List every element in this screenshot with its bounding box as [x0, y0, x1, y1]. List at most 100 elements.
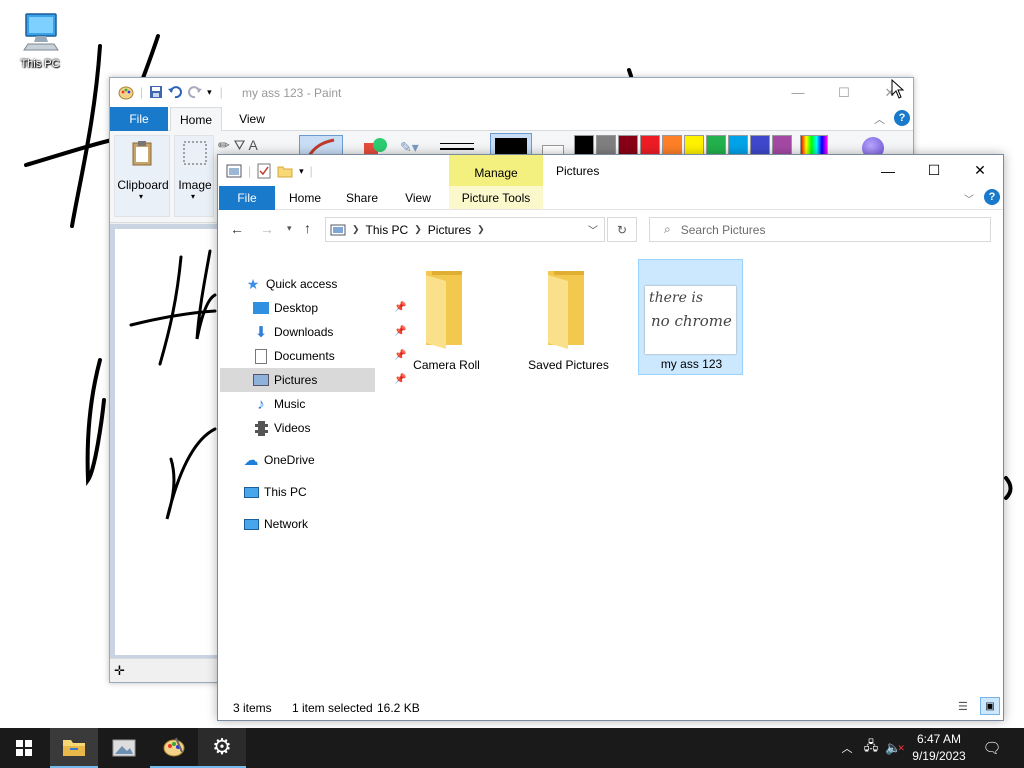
explorer-window[interactable]: | ▾ | Manage Pictures — ☐ ✕ File Home Sh…	[217, 154, 1004, 721]
pictures-icon	[252, 372, 270, 388]
nav-pictures[interactable]: Pictures 📌	[252, 368, 406, 392]
paint-collapse-ribbon-icon[interactable]: ︿	[874, 111, 885, 127]
search-box[interactable]: ⌕ Search Pictures	[649, 217, 991, 242]
nav-documents[interactable]: Documents 📌	[252, 344, 406, 368]
breadcrumb-separator-icon: ❯	[352, 224, 360, 234]
customize-qat-icon[interactable]: ▾	[207, 87, 212, 98]
mouse-cursor	[891, 79, 905, 99]
save-icon[interactable]	[149, 85, 163, 99]
explorer-app-icon	[226, 164, 242, 178]
clipboard-label: Clipboard	[117, 178, 169, 192]
explorer-tab-file[interactable]: File	[219, 186, 275, 210]
expand-ribbon-icon[interactable]: ﹀	[964, 191, 974, 206]
pictures-location-icon	[330, 224, 346, 235]
explorer-titlebar[interactable]: | ▾ | Manage Pictures — ☐ ✕	[218, 155, 1003, 186]
computer-icon	[23, 13, 59, 51]
recent-locations-button[interactable]: ▾	[287, 223, 292, 234]
taskbar-clock[interactable]: 6:47 AM 9/19/2023	[905, 731, 973, 765]
taskbar-file-explorer[interactable]	[50, 728, 98, 768]
paint-tab-view[interactable]: View	[228, 107, 276, 131]
palette-swatch-9[interactable]	[772, 135, 792, 155]
explorer-title: Pictures	[556, 164, 600, 178]
nav-downloads[interactable]: ⬇ Downloads 📌	[252, 320, 407, 344]
address-dropdown-icon[interactable]: ﹀	[588, 222, 598, 237]
taskbar-settings[interactable]: ⚙	[198, 728, 246, 768]
refresh-button[interactable]: ↻	[607, 217, 637, 242]
explorer-statusbar: 3 items 1 item selected 16.2 KB ☰ ▣	[218, 694, 1003, 720]
new-folder-icon[interactable]	[277, 164, 293, 178]
taskbar-paint[interactable]	[150, 728, 198, 768]
properties-icon[interactable]	[257, 163, 271, 179]
back-button[interactable]: ←	[230, 221, 244, 237]
palette-swatch-4[interactable]	[662, 135, 682, 155]
palette-swatch-6[interactable]	[706, 135, 726, 155]
explorer-tab-view[interactable]: View	[394, 186, 442, 210]
folder-tile-saved-pictures[interactable]: Saved Pictures	[516, 261, 621, 377]
large-icons-view-icon[interactable]: ▣	[980, 697, 1000, 715]
paint-help-icon[interactable]: ?	[894, 110, 910, 126]
nav-this-pc[interactable]: This PC	[242, 480, 307, 504]
palette-swatch-0[interactable]	[574, 135, 594, 155]
image-group[interactable]: Image ▾	[174, 135, 214, 217]
nav-music[interactable]: ♪ Music	[252, 392, 305, 416]
volume-muted-icon[interactable]: 🔈 ✕	[884, 728, 906, 768]
paint-titlebar[interactable]: | ▾ | my ass 123 - Paint — ☐ ✕	[110, 78, 913, 107]
up-button[interactable]: ↑	[304, 220, 311, 236]
nav-label: Pictures	[274, 373, 318, 387]
network-tray-icon[interactable]: 🖧	[860, 728, 882, 768]
explorer-tab-home[interactable]: Home	[280, 186, 330, 210]
undo-icon[interactable]	[167, 85, 183, 99]
palette-swatch-2[interactable]	[618, 135, 638, 155]
paint-tab-home[interactable]: Home	[170, 107, 222, 131]
minimize-icon[interactable]: —	[775, 78, 821, 107]
breadcrumb-pictures[interactable]: Pictures	[428, 223, 471, 237]
clipboard-group[interactable]: Clipboard ▾	[114, 135, 170, 217]
windows-logo-icon	[16, 740, 32, 756]
breadcrumb-this-pc[interactable]: This PC	[366, 223, 409, 237]
customize-qat-icon[interactable]: ▾	[299, 166, 304, 177]
file-tile-my-ass-123[interactable]: there is no chrome my ass 123	[638, 259, 743, 375]
explorer-ribbon-tabs: File Home Share View Picture Tools ﹀ ?	[218, 186, 1003, 210]
folder-icon	[426, 271, 462, 349]
start-button[interactable]	[0, 728, 48, 768]
palette-swatch-8[interactable]	[750, 135, 770, 155]
folder-icon	[548, 271, 584, 349]
notifications-icon[interactable]: 🗨	[978, 728, 1006, 768]
content-pane: Camera Roll Saved Pictures there is no c…	[378, 251, 998, 681]
desktop-icon-this-pc[interactable]: This PC	[12, 10, 68, 70]
close-icon[interactable]: ✕	[957, 155, 1003, 186]
nav-videos[interactable]: Videos	[252, 416, 310, 440]
taskbar-photos[interactable]	[100, 728, 148, 768]
explorer-help-icon[interactable]: ?	[984, 189, 1000, 205]
edit-colors-button[interactable]	[800, 135, 828, 155]
desktop-icon-label: This PC	[20, 58, 60, 70]
palette-swatch-5[interactable]	[684, 135, 704, 155]
explorer-tab-picture-tools[interactable]: Picture Tools	[449, 186, 543, 210]
nav-network[interactable]: Network	[242, 512, 308, 536]
cloud-icon: ☁	[243, 452, 259, 469]
minimize-icon[interactable]: —	[865, 155, 911, 186]
palette-swatch-7[interactable]	[728, 135, 748, 155]
nav-label: Quick access	[266, 277, 338, 291]
documents-icon	[252, 348, 270, 364]
address-bar[interactable]: ❯ This PC ❯ Pictures ❯ ﹀	[325, 217, 605, 242]
explorer-tab-share[interactable]: Share	[336, 186, 388, 210]
manage-contextual-tab[interactable]: Manage	[449, 155, 543, 186]
nav-onedrive[interactable]: ☁ OneDrive	[242, 448, 315, 472]
palette-swatch-3[interactable]	[640, 135, 660, 155]
show-hidden-icons[interactable]: ︿	[838, 728, 856, 768]
redo-icon[interactable]	[187, 85, 203, 99]
music-note-icon: ♪	[257, 395, 265, 413]
forward-button[interactable]: →	[260, 221, 274, 237]
details-view-icon[interactable]: ☰	[958, 700, 974, 714]
folder-tile-camera-roll[interactable]: Camera Roll	[394, 261, 499, 377]
paint-tab-file[interactable]: File	[110, 107, 168, 131]
maximize-icon[interactable]: ☐	[911, 155, 957, 186]
computer-icon	[242, 484, 260, 500]
palette-swatch-1[interactable]	[596, 135, 616, 155]
thumbnail-text-line-2: no chrome	[651, 312, 732, 330]
nav-quick-access[interactable]: ★ Quick access	[244, 272, 338, 296]
nav-desktop[interactable]: Desktop 📌	[252, 296, 406, 320]
close-icon[interactable]: ✕	[867, 78, 913, 107]
maximize-icon[interactable]: ☐	[821, 78, 867, 107]
